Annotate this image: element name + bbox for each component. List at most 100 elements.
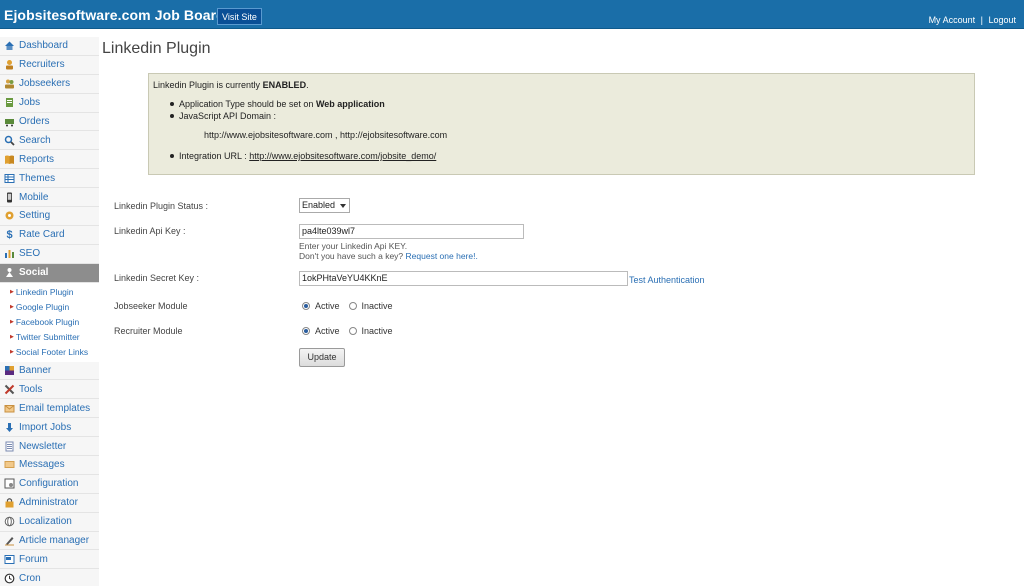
status-prefix: Linkedin Plugin is currently — [153, 80, 263, 90]
plugin-status-message: Linkedin Plugin is currently ENABLED. — [153, 80, 309, 90]
api-key-input[interactable]: pa4lte039wl7 — [299, 224, 524, 239]
submenu-item-social-footer-links[interactable]: ▶ Social Footer Links — [0, 344, 99, 360]
config-icon — [4, 478, 15, 489]
api-domains: http://www.ejobsitesoftware.com , http:/… — [204, 130, 448, 140]
sidebar-item-label: Localization — [19, 516, 72, 528]
sidebar-item-orders[interactable]: Orders — [0, 112, 99, 132]
js-api-domain-item: JavaScript API Domain : — [170, 111, 276, 121]
sidebar-item-recruiters[interactable]: Recruiters — [0, 55, 99, 75]
sidebar-item-cron[interactable]: Cron — [0, 569, 99, 586]
recruiter-active-label: Active — [315, 326, 340, 336]
sidebar-item-forum[interactable]: Forum — [0, 550, 99, 570]
recruiter-inactive-label: Inactive — [361, 326, 393, 336]
page-title: Linkedin Plugin — [102, 40, 211, 57]
app-type-prefix: Application Type should be set on — [179, 99, 316, 109]
sidebar-item-jobs[interactable]: Jobs — [0, 93, 99, 113]
cart-icon — [4, 116, 15, 127]
sidebar-item-administrator[interactable]: Administrator — [0, 493, 99, 513]
my-account-link[interactable]: My Account — [929, 15, 976, 25]
sidebar-item-label: Rate Card — [19, 229, 65, 241]
recruiter-inactive-radio[interactable] — [348, 327, 357, 335]
sidebar-item-label: Setting — [19, 210, 51, 222]
sidebar-item-label: Jobseekers — [19, 78, 71, 90]
submenu-item-linkedin-plugin[interactable]: ▶ Linkedin Plugin — [0, 284, 99, 300]
account-links: My Account | Logout — [929, 15, 1016, 25]
api-key-help-text: Don't you have such a key? — [299, 251, 406, 261]
sidebar-item-themes[interactable]: Themes — [0, 169, 99, 189]
sidebar-item-email-templates[interactable]: Email templates — [0, 399, 99, 419]
submenu-item-facebook-plugin[interactable]: ▶ Facebook Plugin — [0, 314, 99, 330]
plugin-info-box: Linkedin Plugin is currently ENABLED. Ap… — [148, 73, 975, 175]
sidebar-item-label: Email templates — [19, 402, 91, 414]
jobseeker-module-label: Jobseeker Module — [114, 301, 188, 311]
forum-icon — [4, 554, 15, 565]
sidebar-item-messages[interactable]: Messages — [0, 456, 99, 475]
sidebar-item-mobile[interactable]: Mobile — [0, 188, 99, 208]
sidebar-item-reports[interactable]: Reports — [0, 150, 99, 170]
sidebar-item-label: Cron — [19, 572, 41, 584]
sidebar-item-label: Forum — [19, 553, 48, 565]
secret-key-input[interactable]: 1okPHtaVeYU4KKnE — [299, 271, 628, 286]
jobseeker-inactive-radio[interactable] — [348, 302, 357, 310]
bullet-icon: ▶ — [10, 319, 14, 326]
sidebar-item-label: Banner — [19, 365, 52, 377]
test-authentication-link[interactable]: Test Authentication — [629, 275, 705, 285]
sidebar-item-tools[interactable]: Tools — [0, 380, 99, 400]
jobseeker-active-radio[interactable] — [302, 302, 310, 310]
sidebar-item-newsletter[interactable]: Newsletter — [0, 437, 99, 457]
sidebar-item-label: Administrator — [19, 497, 78, 509]
app-type-item: Application Type should be set on Web ap… — [170, 99, 385, 109]
sidebar-item-label: Social — [19, 267, 49, 279]
bullet-icon: ▶ — [10, 304, 14, 311]
submenu-item-label: Linkedin Plugin — [15, 287, 74, 298]
integration-url-link[interactable]: http://www.ejobsitesoftware.com/jobsite_… — [249, 151, 436, 161]
recruiter-module-label: Recruiter Module — [114, 326, 183, 336]
sidebar-item-setting[interactable]: Setting — [0, 207, 99, 226]
submenu-item-google-plugin[interactable]: ▶ Google Plugin — [0, 299, 99, 315]
sidebar-item-jobseekers[interactable]: Jobseekers — [0, 74, 99, 94]
sidebar-item-social[interactable]: Social — [0, 263, 99, 283]
sidebar-item-seo[interactable]: SEO — [0, 244, 99, 264]
sidebar-item-configuration[interactable]: Configuration — [0, 474, 99, 494]
sidebar-item-localization[interactable]: Localization — [0, 512, 99, 532]
api-key-help-1: Enter your Linkedin Api KEY. — [299, 241, 408, 251]
sidebar-item-label: Tools — [19, 383, 43, 395]
plugin-status-value: Enabled — [302, 200, 336, 210]
sidebar-item-label: Messages — [19, 459, 65, 471]
sidebar-item-label: Reports — [19, 153, 55, 165]
sidebar-item-banner[interactable]: Banner — [0, 361, 99, 381]
integration-url-item: Integration URL : http://www.ejobsitesof… — [170, 151, 436, 161]
admin-icon — [4, 497, 15, 508]
sidebar-item-import-jobs[interactable]: Import Jobs — [0, 418, 99, 438]
sidebar-item-search[interactable]: Search — [0, 131, 99, 151]
update-button[interactable]: Update — [299, 348, 345, 367]
bullet-icon: ▶ — [10, 349, 14, 356]
sidebar-item-dashboard[interactable]: Dashboard — [0, 37, 99, 56]
bullet-icon: ▶ — [10, 289, 14, 296]
submenu-item-twitter-submitter[interactable]: ▶ Twitter Submitter — [0, 329, 99, 345]
tools-icon — [4, 384, 15, 395]
request-key-link[interactable]: Request one here!. — [406, 251, 478, 261]
magnifier-icon — [4, 135, 15, 146]
visit-site-button[interactable]: Visit Site — [217, 8, 262, 25]
pen-icon — [4, 535, 15, 546]
recruiter-active-radio[interactable] — [302, 327, 310, 335]
logout-link[interactable]: Logout — [988, 15, 1016, 25]
submenu-item-label: Social Footer Links — [15, 347, 89, 358]
sidebar-item-label: Themes — [19, 172, 56, 184]
email-icon — [4, 403, 15, 414]
sidebar-item-article-manager[interactable]: Article manager — [0, 531, 99, 551]
document-icon — [4, 97, 15, 108]
sidebar-item-rate-card[interactable]: $ Rate Card — [0, 225, 99, 245]
grid-icon — [4, 173, 15, 184]
plugin-status-select[interactable]: Enabled — [299, 198, 350, 213]
sidebar-item-label: Recruiters — [19, 59, 65, 71]
recruiter-module-radios: Active Inactive — [302, 326, 393, 336]
jobseeker-active-label: Active — [315, 301, 340, 311]
brand-title: Ejobsitesoftware.com Job Board — [4, 7, 225, 23]
sidebar-item-label: Dashboard — [19, 40, 68, 52]
message-icon — [4, 459, 15, 470]
sidebar-item-label: Article manager — [19, 535, 90, 547]
jobseeker-module-radios: Active Inactive — [302, 301, 393, 311]
secret-key-label: Linkedin Secret Key : — [114, 273, 200, 283]
